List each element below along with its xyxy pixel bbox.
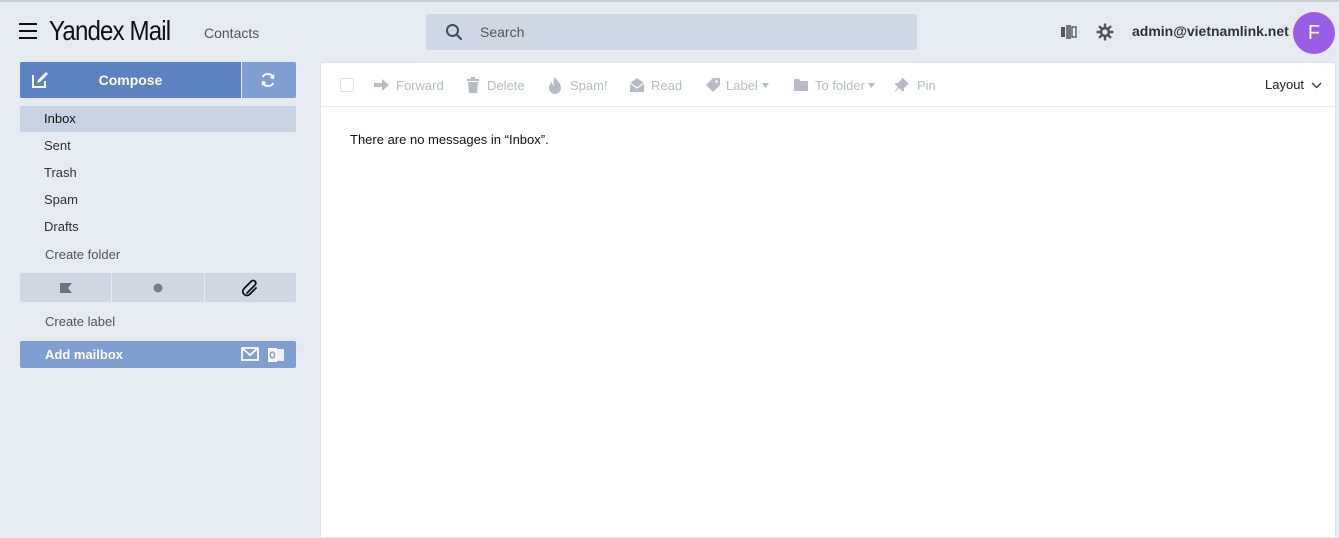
forward-arrow-icon <box>374 79 389 91</box>
fire-icon <box>549 77 561 94</box>
add-mailbox-label: Add mailbox <box>45 347 124 362</box>
label-button[interactable]: Label <box>705 77 773 95</box>
menu-icon[interactable] <box>19 23 37 39</box>
header: Yandex Mail Contacts Search admin@vietna… <box>0 2 1339 60</box>
add-mailbox-button[interactable]: Add mailbox <box>20 341 296 368</box>
attachment-icon <box>242 279 258 296</box>
to-folder-button[interactable]: To folder <box>793 77 878 95</box>
folder-label: Spam <box>44 192 78 207</box>
layout-dropdown[interactable]: Layout <box>1265 77 1322 92</box>
search-input[interactable] <box>480 14 900 50</box>
folder-label: Trash <box>44 165 77 180</box>
caret-down-icon <box>868 83 875 88</box>
unread-dot-icon <box>153 283 163 292</box>
delete-button[interactable]: Delete <box>466 77 526 95</box>
pin-icon <box>895 78 909 92</box>
message-list-panel: Forward Delete Spam! Read Label To folde… <box>320 62 1336 538</box>
forward-label: Forward <box>396 78 444 93</box>
tag-icon <box>706 78 720 92</box>
user-email[interactable]: admin@vietnamlink.net <box>1132 23 1289 39</box>
logo-product: Mail <box>129 15 172 46</box>
spam-button[interactable]: Spam! <box>548 77 610 95</box>
filter-attachments[interactable] <box>205 273 296 302</box>
to-folder-label: To folder <box>815 78 865 93</box>
search-bar[interactable] <box>426 14 917 50</box>
search-icon <box>446 24 463 41</box>
folder-label: Inbox <box>44 111 76 126</box>
avatar[interactable]: F <box>1293 12 1335 54</box>
refresh-button[interactable] <box>242 62 296 98</box>
spam-label: Spam! <box>570 78 608 93</box>
select-all-checkbox[interactable] <box>340 78 354 92</box>
logo-brand: Yandex <box>49 15 125 46</box>
chevron-down-icon <box>1311 82 1322 89</box>
create-label-link[interactable]: Create label <box>45 314 115 329</box>
folder-label: Drafts <box>44 219 79 234</box>
compose-label: Compose <box>98 72 163 88</box>
gmail-icon <box>241 347 259 361</box>
filter-flagged[interactable] <box>20 273 113 302</box>
folder-trash[interactable]: Trash <box>20 160 296 186</box>
compose-button[interactable]: Compose <box>20 62 241 98</box>
folder-spam[interactable]: Spam <box>20 187 296 213</box>
label-label: Label <box>726 78 758 93</box>
folder-sent[interactable]: Sent <box>20 133 296 159</box>
quick-filters <box>20 273 296 302</box>
theme-icon[interactable] <box>1060 24 1078 45</box>
contacts-link[interactable]: Contacts <box>204 25 259 41</box>
pin-button[interactable]: Pin <box>894 77 944 95</box>
pin-label: Pin <box>917 78 936 93</box>
open-envelope-icon <box>629 78 645 92</box>
folder-inbox[interactable]: Inbox <box>20 106 296 132</box>
filter-unread[interactable] <box>112 273 205 302</box>
caret-down-icon <box>762 83 769 88</box>
create-folder-link[interactable]: Create folder <box>45 247 120 262</box>
delete-label: Delete <box>487 78 525 93</box>
folder-drafts[interactable]: Drafts <box>20 214 296 240</box>
outlook-icon <box>268 348 284 362</box>
flag-icon <box>59 282 72 293</box>
folder-icon <box>794 79 808 91</box>
folder-label: Sent <box>44 138 71 153</box>
read-label: Read <box>651 78 683 93</box>
toolbar: Forward Delete Spam! Read Label To folde… <box>321 63 1335 107</box>
read-button[interactable]: Read <box>629 77 684 95</box>
refresh-icon <box>261 72 275 88</box>
layout-label: Layout <box>1265 77 1305 92</box>
forward-button[interactable]: Forward <box>373 77 444 95</box>
trash-icon <box>467 77 479 93</box>
logo[interactable]: Yandex Mail <box>49 15 172 46</box>
gear-icon[interactable] <box>1096 23 1114 46</box>
empty-inbox-message: There are no messages in “Inbox”. <box>350 132 549 147</box>
